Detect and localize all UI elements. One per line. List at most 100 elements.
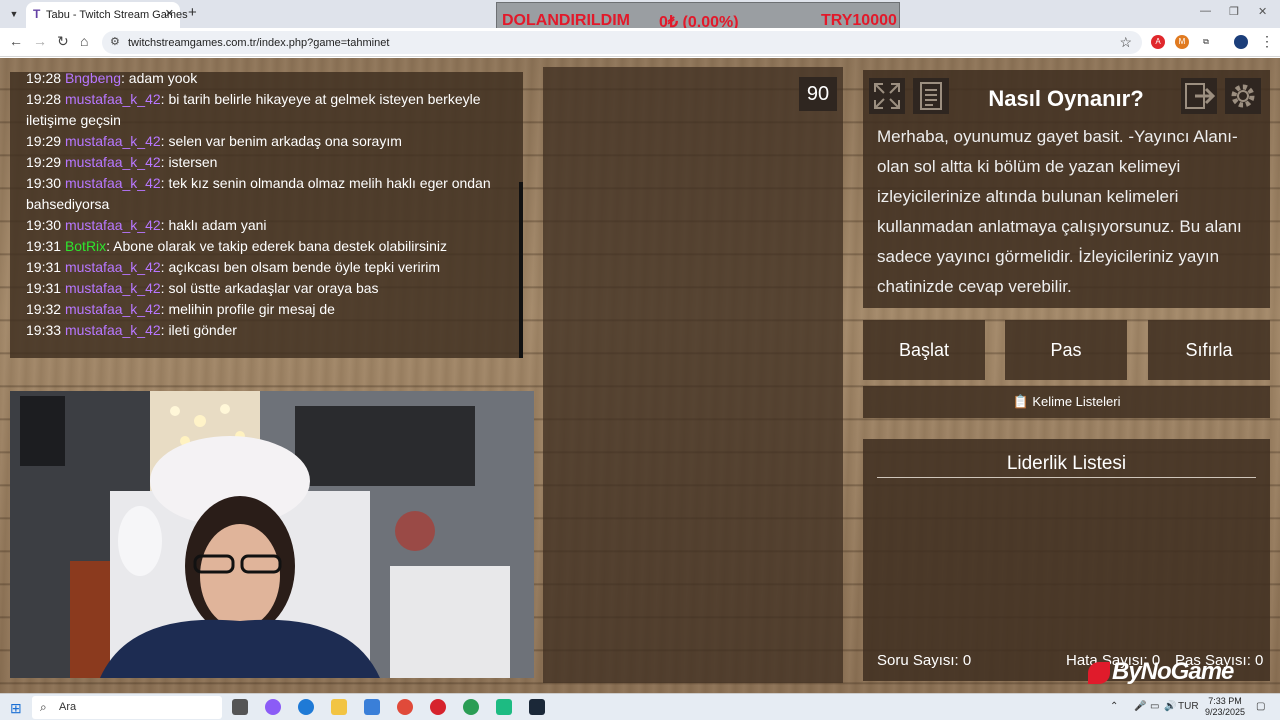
chat-username[interactable]: mustafaa_k_42 (65, 301, 161, 317)
chat-timestamp: 19:32 (26, 301, 62, 317)
network-icon[interactable]: ▭ (1150, 701, 1159, 712)
chat-timestamp: 19:31 (26, 280, 62, 296)
site-info-icon[interactable]: ⚙ (110, 35, 120, 48)
leaderboard-divider (877, 477, 1256, 478)
bynogame-text: ByNoGame (1112, 658, 1234, 685)
opera-icon[interactable] (430, 699, 446, 715)
back-icon[interactable]: ← (9, 33, 23, 49)
chat-text: : sol üstte arkadaşlar var oraya bas (160, 280, 379, 296)
chat-timestamp: 19:30 (26, 217, 62, 233)
windows-taskbar: ⊞ ⌕ Ara ⌃ 🎤 ▭ 🔊 TUR 7:33 PM 9/23/2025 ▢ (0, 693, 1280, 720)
chat-username[interactable]: mustafaa_k_42 (65, 154, 161, 170)
app-icon[interactable] (496, 699, 512, 715)
home-icon[interactable]: ⌂ (80, 33, 88, 49)
game-page: 19:28 Bngbeng: adam yook 19:28 mustafaa_k… (0, 58, 1280, 693)
chat-username[interactable]: mustafaa_k_42 (65, 259, 161, 275)
clock-date: 9/23/2025 (1204, 707, 1246, 717)
countdown-timer: 90 (799, 77, 837, 111)
chat-timestamp: 19:31 (26, 259, 62, 275)
tab-close-icon[interactable]: ✕ (165, 7, 174, 20)
bookmark-star-icon[interactable]: ☆ (1119, 34, 1132, 51)
chat-text: : selen var benim arkadaş ona sorayım (160, 133, 402, 149)
chat-message: 19:31 mustafaa_k_42: sol üstte arkadaşla… (26, 278, 496, 299)
adblock-extension-icon[interactable]: A (1151, 35, 1165, 49)
bynogame-watermark: ByNoGame (1088, 658, 1234, 686)
new-tab-icon[interactable]: + (188, 4, 197, 21)
steam-icon[interactable] (529, 699, 545, 715)
minimize-icon[interactable]: — (1200, 5, 1211, 17)
window-close-icon[interactable]: ✕ (1258, 5, 1267, 18)
chat-timestamp: 19:28 (26, 91, 62, 107)
chat-text: : ileti gönder (160, 322, 237, 338)
start-button[interactable]: Başlat (863, 320, 985, 380)
reload-icon[interactable]: ↻ (57, 33, 69, 50)
notification-icon[interactable]: ▢ (1256, 701, 1265, 712)
chat-username[interactable]: mustafaa_k_42 (65, 91, 161, 107)
chat-text: : açıkcası ben olsam bende öyle tepki ve… (160, 259, 441, 275)
clock-time: 7:33 PM (1208, 696, 1242, 706)
leaderboard-panel: Liderlik Listesi Soru Sayısı: 0 Hata Say… (863, 439, 1270, 681)
word-lists-button[interactable]: 📋 Kelime Listeleri (863, 386, 1270, 418)
chat-timestamp: 19:29 (26, 133, 62, 149)
browser-tab[interactable]: T Tabu - Twitch Stream Games ✕ (26, 2, 188, 28)
menu-icon[interactable]: ⋮ (1260, 33, 1274, 50)
edge-icon[interactable] (298, 699, 314, 715)
bynogame-logo-icon (1088, 661, 1110, 684)
metamask-extension-icon[interactable]: M (1175, 35, 1189, 49)
chat-timestamp: 19:28 (26, 72, 62, 86)
chat-username[interactable]: BotRix (65, 238, 106, 254)
question-count: Soru Sayısı: 0 (877, 652, 972, 669)
file-explorer-icon[interactable] (331, 699, 347, 715)
tray-chevron-icon[interactable]: ⌃ (1110, 701, 1118, 712)
chat-username[interactable]: mustafaa_k_42 (65, 217, 161, 233)
chat-username[interactable]: mustafaa_k_42 (65, 133, 161, 149)
volume-icon[interactable]: 🔊 (1164, 701, 1176, 712)
pass-button[interactable]: Pas (1005, 320, 1127, 380)
chat-scrollbar[interactable] (519, 182, 523, 358)
fullscreen-icon[interactable] (869, 78, 905, 114)
profile-avatar-icon[interactable] (1234, 35, 1248, 49)
chat-text: : Abone olarak ve takip ederek bana dest… (106, 238, 448, 254)
chat-username[interactable]: mustafaa_k_42 (65, 280, 161, 296)
forward-icon[interactable]: → (33, 33, 47, 49)
chat-message: 19:28 Bngbeng: adam yook (26, 72, 496, 89)
logout-icon[interactable] (1181, 78, 1217, 114)
store-icon[interactable] (364, 699, 380, 715)
settings-gear-icon[interactable] (1225, 78, 1261, 114)
chat-timestamp: 19:30 (26, 175, 62, 191)
taskbar-search[interactable]: ⌕ Ara (32, 696, 222, 719)
chrome-icon[interactable] (397, 699, 413, 715)
chat-timestamp: 19:33 (26, 322, 62, 338)
chat-message: 19:30 mustafaa_k_42: haklı adam yani (26, 215, 496, 236)
chat-message: 19:31 mustafaa_k_42: açıkcası ben olsam … (26, 257, 496, 278)
taskbar-search-text: Ara (59, 701, 77, 713)
search-icon: ⌕ (40, 700, 47, 714)
browser-toolbar: ← → ↻ ⌂ ⚙ twitchstreamgames.com.tr/index… (0, 28, 1280, 57)
taskbar-clock[interactable]: 7:33 PM 9/23/2025 (1196, 696, 1254, 718)
chat-username[interactable]: mustafaa_k_42 (65, 175, 161, 191)
chat-text: : melihin profile gir mesaj de (160, 301, 335, 317)
how-to-play-panel: Nasıl Oynanır? Merhaba, oyunumuz gayet b… (863, 70, 1270, 308)
webcam-image (10, 391, 534, 678)
restore-icon[interactable]: ❐ (1229, 5, 1239, 18)
chat-username[interactable]: mustafaa_k_42 (65, 322, 161, 338)
chrome-profile-icon[interactable] (463, 699, 479, 715)
address-bar[interactable]: ⚙ twitchstreamgames.com.tr/index.php?gam… (102, 31, 1142, 54)
microphone-icon[interactable]: 🎤 (1134, 701, 1146, 712)
chat-timestamp: 19:29 (26, 154, 62, 170)
chat-message: 19:29 mustafaa_k_42: selen var benim ark… (26, 131, 496, 152)
reset-button[interactable]: Sıfırla (1148, 320, 1270, 380)
copilot-icon[interactable] (265, 699, 281, 715)
notes-icon[interactable] (913, 78, 949, 114)
chat-username[interactable]: Bngbeng (65, 72, 121, 86)
task-view-icon[interactable] (232, 699, 248, 715)
twitch-favicon-icon: T (33, 7, 41, 21)
tab-search-icon[interactable]: ▼ (6, 6, 22, 22)
leaderboard-title: Liderlik Listesi (1006, 453, 1127, 474)
extensions-icon[interactable]: ⧉ (1199, 35, 1213, 49)
streamer-area: 90 (543, 67, 843, 683)
chat-message: 19:30 mustafaa_k_42: tek kız senin olman… (26, 173, 496, 215)
windows-start-icon[interactable]: ⊞ (10, 700, 22, 717)
chat-text: : adam yook (121, 72, 198, 86)
webcam-feed (10, 391, 534, 678)
